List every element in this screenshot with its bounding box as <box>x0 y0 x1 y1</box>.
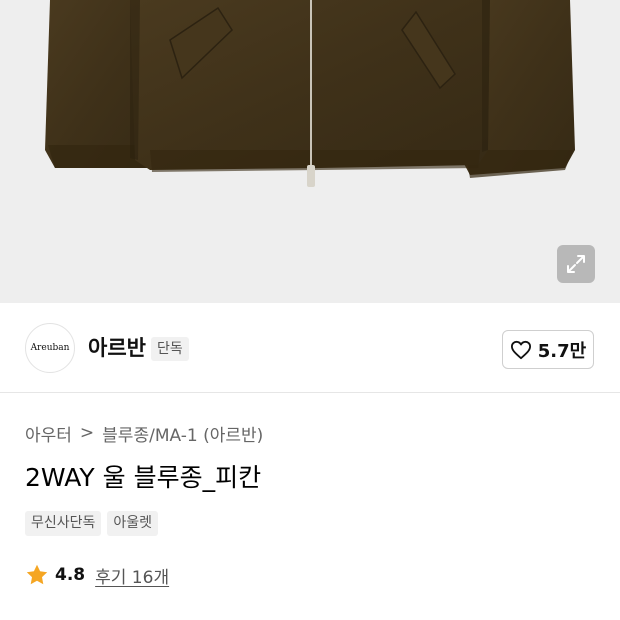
product-image[interactable] <box>0 0 620 303</box>
brand-logo[interactable]: Areuban <box>25 323 75 373</box>
reviews-link[interactable]: 후기 16개 <box>95 563 169 588</box>
brand-row: Areuban 아르반 단독 5.7만 <box>0 303 620 393</box>
breadcrumb-item-outer[interactable]: 아우터 <box>25 421 72 446</box>
brand-name-link[interactable]: 아르반 <box>88 333 146 363</box>
rating-row: 4.8 후기 16개 <box>25 561 169 589</box>
breadcrumb: 아우터 > 블루종/MA-1 (아르반) <box>25 420 263 446</box>
star-icon <box>26 564 48 585</box>
heart-outline-icon <box>510 340 531 359</box>
tag-musinsa-exclusive[interactable]: 무신사단독 <box>25 511 102 536</box>
breadcrumb-item-blouson[interactable]: 블루종/MA-1 (아르반) <box>102 421 263 446</box>
like-count: 5.7만 <box>537 340 587 362</box>
rating-value: 4.8 <box>55 565 86 585</box>
expand-image-button[interactable] <box>557 245 595 283</box>
tag-outlet[interactable]: 아울렛 <box>107 511 159 536</box>
jacket-photo <box>45 0 575 187</box>
brand-logo-text: Areuban <box>30 343 70 353</box>
expand-arrows-icon <box>567 255 585 273</box>
exclusive-badge: 단독 <box>151 337 189 361</box>
like-button[interactable]: 5.7만 <box>502 330 594 369</box>
product-tags: 무신사단독 아울렛 <box>25 511 159 536</box>
product-title: 2WAY 울 블루종_피칸 <box>25 463 262 492</box>
chevron-right-icon: > <box>79 423 95 443</box>
